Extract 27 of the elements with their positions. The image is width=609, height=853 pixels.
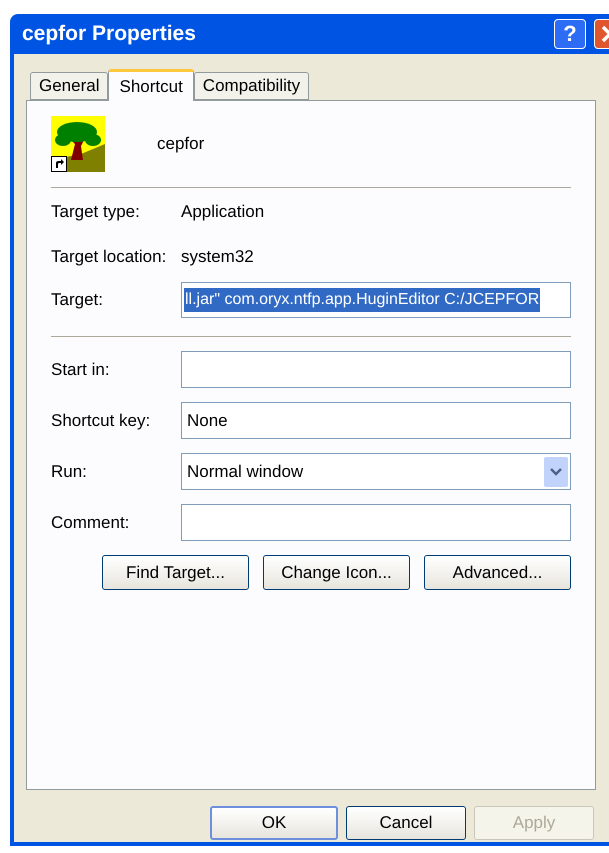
info-label: Target type:: [51, 200, 141, 223]
run-dropdown[interactable]: Normal window: [181, 453, 571, 490]
field-label: Shortcut key:: [51, 410, 152, 432]
target-field[interactable]: ll.jar" com.oryx.ntfp.app.HuginEditor C:/JCEPFOR: [181, 282, 571, 318]
tab[interactable]: Compatibility: [194, 72, 310, 100]
tree-shortcut-icon: [51, 116, 105, 172]
field-label: Target:: [51, 289, 104, 312]
window-title: cepfor Properties: [22, 21, 197, 48]
help-button[interactable]: ?: [554, 19, 586, 49]
text-field[interactable]: [181, 504, 571, 541]
text-field[interactable]: None: [181, 402, 571, 439]
tab[interactable]: General: [30, 72, 108, 100]
action-button[interactable]: Find Target...: [102, 555, 249, 590]
dialog-button[interactable]: Cancel: [346, 806, 466, 840]
info-value: system32: [181, 246, 254, 268]
action-button[interactable]: Change Icon...: [263, 555, 410, 590]
shortcut-name: cepfor: [157, 133, 204, 156]
field-label: Start in:: [51, 358, 111, 381]
info-value: Application: [181, 200, 264, 223]
action-button[interactable]: Advanced...: [424, 555, 571, 590]
dialog-button[interactable]: OK: [210, 806, 338, 840]
text-field[interactable]: [181, 351, 571, 388]
field-label: Run:: [51, 460, 88, 483]
field-label: Comment:: [51, 512, 130, 534]
info-label: Target location:: [51, 246, 168, 268]
tab[interactable]: Shortcut: [108, 69, 194, 101]
target-value: ll.jar" com.oryx.ntfp.app.HuginEditor C:/JCEPFOR: [184, 288, 540, 312]
